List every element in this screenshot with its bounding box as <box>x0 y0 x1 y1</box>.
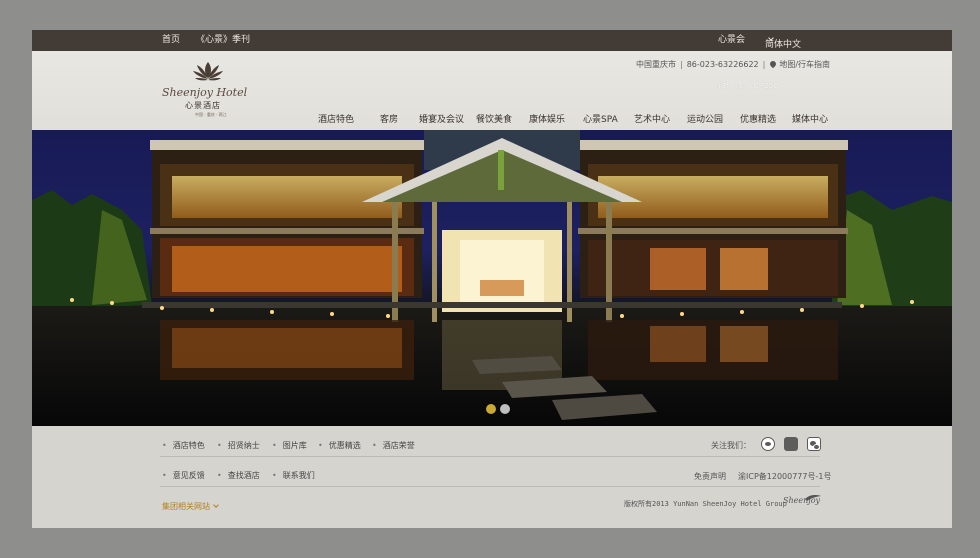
footer-link-gallery[interactable]: 图片库 <box>272 440 307 451</box>
club-link[interactable]: 心景会 <box>718 35 745 46</box>
nav-item-rooms[interactable]: 客房 <box>380 112 398 125</box>
nav-item-spa[interactable]: 心景SPA <box>583 112 618 125</box>
footer-link-contact[interactable]: 联系我们 <box>272 470 315 481</box>
footer-link-features[interactable]: 酒店特色 <box>162 440 205 451</box>
home-link[interactable]: 首页 <box>162 35 180 46</box>
chevron-down-icon <box>213 502 219 508</box>
main-nav: 酒店特色 客房 婚宴及会议 餐饮美食 康体娱乐 心景SPA 艺术中心 运动公园 … <box>32 112 952 126</box>
nav-item-sports[interactable]: 运动公园 <box>687 112 723 125</box>
weather-temperature: 7C~20C <box>749 82 779 90</box>
copyright-text: 版权所有2013 YunNan SheenJoy Hotel Group <box>624 500 787 508</box>
hotel-night-photo <box>32 130 952 426</box>
disclaimer-link[interactable]: 免责声明 <box>694 471 726 482</box>
weather-symbol: 晴 <box>736 82 743 90</box>
nav-item-features[interactable]: 酒店特色 <box>318 112 354 125</box>
group-sites-label: 集团相关网站 <box>162 502 210 511</box>
language-selector[interactable]: 简体中文 <box>765 35 801 50</box>
nav-item-weddings[interactable]: 婚宴及会议 <box>419 112 464 125</box>
language-label: 简体中文 <box>765 40 802 50</box>
nav-item-dining[interactable]: 餐饮美食 <box>476 112 512 125</box>
location-text: 中国重庆市 <box>636 60 676 69</box>
map-pin-icon <box>769 59 778 69</box>
group-sites-dropdown[interactable]: 集团相关网站 <box>162 501 219 512</box>
slide-dot[interactable] <box>500 404 510 414</box>
top-bar: 首页 《心景》季刊 心景会 简体中文 <box>32 30 952 51</box>
footer-link-find-hotel[interactable]: 查找酒店 <box>217 470 260 481</box>
phone-text: 86-023-63226622 <box>686 60 759 69</box>
magazine-link[interactable]: 《心景》季刊 <box>196 35 250 46</box>
weibo-icon[interactable] <box>761 437 775 451</box>
footer-divider <box>160 486 820 487</box>
hero-banner[interactable] <box>32 130 952 426</box>
footer-link-feedback[interactable]: 意见反馈 <box>162 470 205 481</box>
wechat-icon[interactable] <box>807 437 821 451</box>
page-frame: 首页 《心景》季刊 心景会 简体中文 Sheenjoy Hotel 心景酒店 中… <box>32 30 952 528</box>
logo-script: Sheenjoy Hotel <box>162 86 248 99</box>
nav-item-offers[interactable]: 优惠精选 <box>740 112 776 125</box>
footer-link-careers[interactable]: 招贤纳士 <box>217 440 260 451</box>
weather-condition: 阴转 <box>716 82 730 90</box>
footer-link-honors[interactable]: 酒店荣誉 <box>372 440 415 451</box>
footer: 酒店特色 招贤纳士 图片库 优惠精选 酒店荣誉 关注我们： 意见反馈 查找酒店 … <box>32 426 952 528</box>
contact-info: 中国重庆市 | 86-023-63226622 | 地图/行车指南 <box>636 59 831 69</box>
nav-item-media[interactable]: 媒体中心 <box>792 112 828 125</box>
footer-logo: Sheenjoy <box>783 494 823 508</box>
follow-us-label: 关注我们： <box>711 441 751 450</box>
slide-dot-active[interactable] <box>486 404 496 414</box>
nav-item-recreation[interactable]: 康体娱乐 <box>529 112 565 125</box>
footer-logo-text: Sheenjoy <box>783 496 821 505</box>
nav-item-art[interactable]: 艺术中心 <box>634 112 670 125</box>
qzone-icon[interactable] <box>784 437 798 451</box>
lotus-icon <box>193 62 223 81</box>
logo-chinese-name: 心景酒店 <box>185 101 221 110</box>
weather-widget: 阴转晴 7C~20C <box>716 81 784 91</box>
footer-link-offers[interactable]: 优惠精选 <box>318 440 361 451</box>
map-link[interactable]: 地图/行车指南 <box>779 60 830 69</box>
footer-divider <box>160 456 820 457</box>
icp-number[interactable]: 渝ICP备12000777号-1号 <box>738 471 831 482</box>
header: Sheenjoy Hotel 心景酒店 中国 · 重庆 · 两江 中国重庆市 | 8… <box>32 51 952 130</box>
